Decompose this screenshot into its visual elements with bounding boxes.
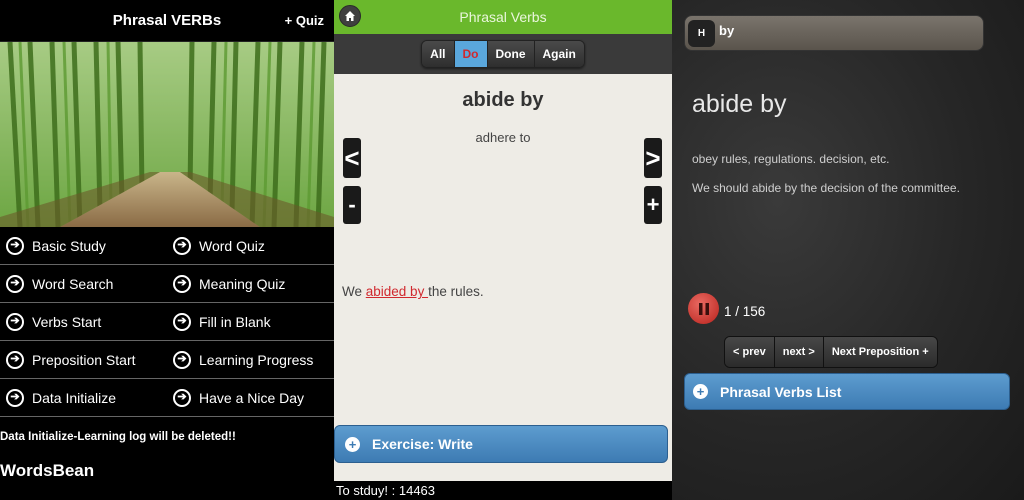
next-button[interactable]: next > bbox=[774, 337, 824, 367]
arrow-right-circle-icon: ➔ bbox=[173, 236, 191, 255]
menu-screen: Phrasal VERBs + Quiz ➔ Basic Study ➔ Wor… bbox=[0, 0, 334, 500]
prev-button[interactable]: < prev bbox=[725, 337, 775, 367]
detail-header-bar[interactable]: H by bbox=[684, 15, 984, 51]
example-sentence: We abided by the rules. bbox=[342, 284, 484, 299]
bamboo-hero-image bbox=[0, 42, 334, 227]
home-button[interactable] bbox=[339, 5, 361, 27]
quiz-button[interactable]: + Quiz bbox=[285, 13, 324, 28]
header-badge[interactable]: H bbox=[688, 20, 715, 47]
menu-label: Word Search bbox=[32, 275, 114, 292]
filter-segmented-control: All Do Done Again bbox=[421, 40, 585, 68]
verbs-start-button[interactable]: ➔ Verbs Start bbox=[0, 303, 167, 341]
menu-label: Fill in Blank bbox=[199, 313, 271, 330]
pause-button[interactable] bbox=[688, 293, 719, 324]
example-highlight: abided by bbox=[365, 284, 429, 299]
data-initialize-warning: Data Initialize-Learning log will be del… bbox=[0, 431, 236, 443]
bamboo-forest-image bbox=[0, 42, 334, 227]
decrease-button[interactable]: - bbox=[343, 186, 361, 224]
fill-in-blank-button[interactable]: ➔ Fill in Blank bbox=[167, 303, 334, 341]
learning-progress-button[interactable]: ➔ Learning Progress bbox=[167, 341, 334, 379]
menu-label: Basic Study bbox=[32, 237, 106, 254]
arrow-right-circle-icon: ➔ bbox=[173, 350, 191, 369]
increase-button[interactable]: + bbox=[644, 186, 662, 224]
arrow-right-circle-icon: ➔ bbox=[6, 236, 24, 255]
filter-bar: All Do Done Again bbox=[334, 34, 672, 74]
plus-circle-icon: + bbox=[345, 436, 360, 452]
data-initialize-button[interactable]: ➔ Data Initialize bbox=[0, 379, 167, 417]
app-root: Phrasal VERBs + Quiz ➔ Basic Study ➔ Wor… bbox=[0, 0, 1024, 500]
menu-label: Data Initialize bbox=[32, 389, 117, 406]
prev-card-button[interactable]: < bbox=[343, 138, 361, 178]
detail-screen: H by abide by obey rules, regulations. d… bbox=[672, 0, 1024, 500]
exercise-label: Exercise: Write bbox=[372, 436, 473, 452]
menu-label: Learning Progress bbox=[199, 351, 314, 368]
example-after: the rules. bbox=[428, 284, 484, 299]
list-label: Phrasal Verbs List bbox=[720, 383, 842, 400]
detail-example: We should abide by the decision of the c… bbox=[692, 181, 960, 195]
brand-name: WordsBean bbox=[0, 461, 95, 480]
menu-label: Have a Nice Day bbox=[199, 389, 305, 406]
arrow-right-circle-icon: ➔ bbox=[173, 388, 191, 407]
detail-word: abide by bbox=[692, 90, 787, 118]
meaning-quiz-button[interactable]: ➔ Meaning Quiz bbox=[167, 265, 334, 303]
arrow-right-circle-icon: ➔ bbox=[6, 312, 24, 331]
study-header: Phrasal Verbs bbox=[334, 0, 672, 34]
arrow-right-circle-icon: ➔ bbox=[6, 388, 24, 407]
arrow-right-circle-icon: ➔ bbox=[6, 274, 24, 293]
word-quiz-button[interactable]: ➔ Word Quiz bbox=[167, 227, 334, 265]
filter-do[interactable]: Do bbox=[454, 41, 488, 67]
exercise-write-button[interactable]: + Exercise: Write bbox=[334, 425, 668, 463]
flashcard-word: abide by bbox=[462, 89, 544, 111]
menu-label: Preposition Start bbox=[32, 351, 136, 368]
home-icon bbox=[345, 11, 355, 21]
word-search-button[interactable]: ➔ Word Search bbox=[0, 265, 167, 303]
next-preposition-button[interactable]: Next Preposition + bbox=[823, 337, 937, 367]
detail-definition: obey rules, regulations. decision, etc. bbox=[692, 152, 890, 166]
filter-again[interactable]: Again bbox=[534, 41, 584, 67]
arrow-right-circle-icon: ➔ bbox=[173, 312, 191, 331]
header-text: by bbox=[719, 23, 735, 38]
menu-label: Word Quiz bbox=[199, 237, 265, 254]
study-count-footer: To stduy! : 14463 bbox=[334, 481, 672, 500]
preposition-start-button[interactable]: ➔ Preposition Start bbox=[0, 341, 167, 379]
have-a-nice-day-button[interactable]: ➔ Have a Nice Day bbox=[167, 379, 334, 417]
study-screen: Phrasal Verbs All Do Done Again abide by… bbox=[334, 0, 672, 500]
study-title: Phrasal Verbs bbox=[459, 9, 547, 25]
example-before: We bbox=[342, 284, 366, 299]
phrasal-verbs-list-button[interactable]: + Phrasal Verbs List bbox=[684, 373, 1010, 410]
menu-label: Meaning Quiz bbox=[199, 275, 286, 292]
plus-circle-icon: + bbox=[693, 384, 708, 399]
arrow-right-circle-icon: ➔ bbox=[6, 350, 24, 369]
basic-study-button[interactable]: ➔ Basic Study bbox=[0, 227, 167, 265]
menu-header: Phrasal VERBs + Quiz bbox=[0, 0, 334, 42]
next-card-button[interactable]: > bbox=[644, 138, 662, 178]
progress-counter: 1 / 156 bbox=[724, 304, 766, 319]
filter-done[interactable]: Done bbox=[487, 41, 535, 67]
filter-all[interactable]: All bbox=[422, 41, 455, 67]
menu-label: Verbs Start bbox=[32, 313, 102, 330]
detail-nav-group: < prev next > Next Preposition + bbox=[724, 336, 938, 368]
menu-grid: ➔ Basic Study ➔ Word Quiz ➔ Word Search ➔ Me… bbox=[0, 227, 334, 417]
flashcard-meaning: adhere to bbox=[475, 130, 531, 145]
arrow-right-circle-icon: ➔ bbox=[173, 274, 191, 293]
app-title: Phrasal VERBs bbox=[112, 12, 222, 29]
pause-icon bbox=[698, 302, 709, 315]
